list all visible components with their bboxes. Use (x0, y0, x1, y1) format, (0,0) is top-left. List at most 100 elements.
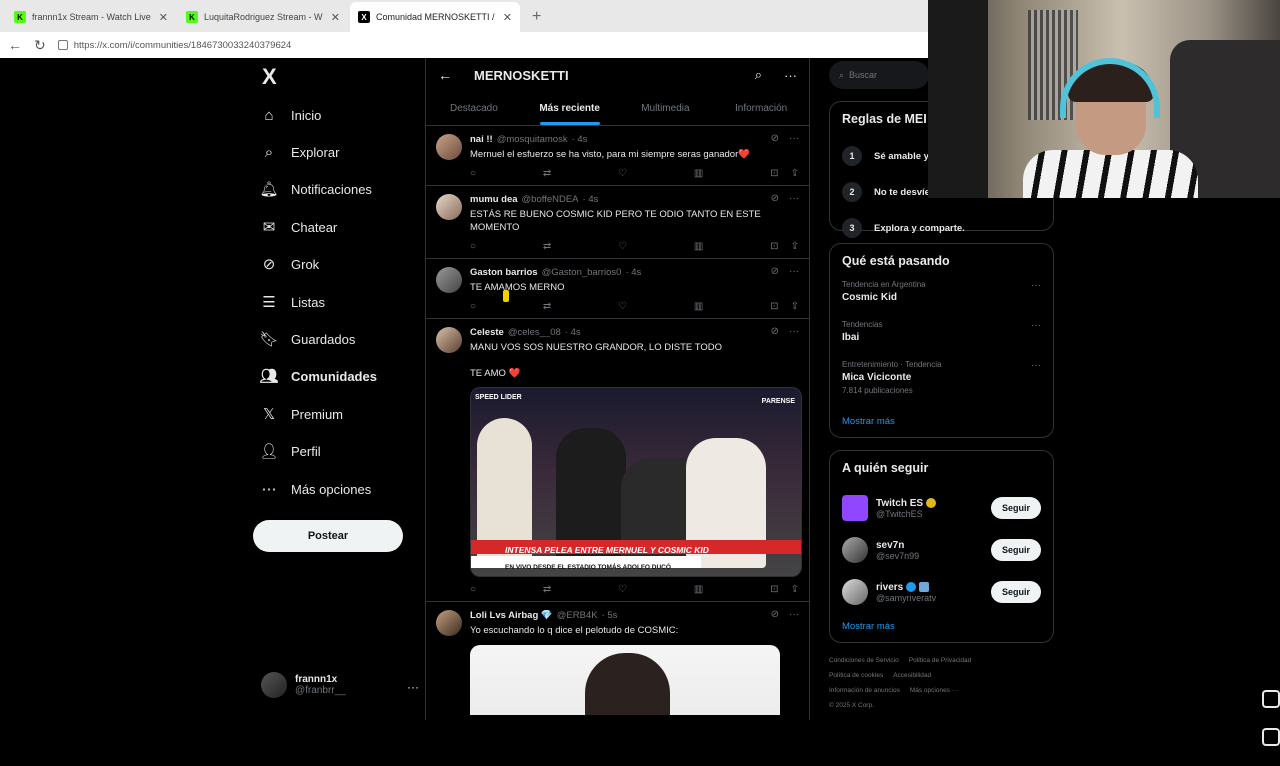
bookmark-icon[interactable]: ⊡ (770, 584, 778, 595)
more-icon[interactable]: ··· (789, 193, 799, 204)
retweet-icon[interactable]: ⇄ (543, 241, 551, 252)
screenshot-tool-icon[interactable] (1262, 728, 1280, 746)
avatar[interactable] (436, 327, 462, 353)
avatar[interactable] (436, 194, 462, 220)
post-button[interactable]: Postear (253, 520, 403, 552)
more-icon[interactable]: ··· (789, 609, 799, 620)
share-icon[interactable]: ⇪ (791, 168, 799, 179)
like-icon[interactable]: ♡ (618, 168, 627, 179)
grok-icon[interactable]: ⊘ (771, 609, 779, 620)
footer-link[interactable]: Política de Privacidad (909, 657, 972, 664)
tweet-author[interactable]: nai !! (470, 134, 493, 145)
tweet[interactable]: ⊘ ··· Gaston barrios @Gaston_barrios0 · 4s … (426, 259, 809, 319)
share-icon[interactable]: ⇪ (791, 241, 799, 252)
share-icon[interactable]: ⇪ (791, 301, 799, 312)
follow-button[interactable]: Seguir (991, 581, 1041, 603)
retweet-icon[interactable]: ⇄ (543, 168, 551, 179)
avatar[interactable] (436, 610, 462, 636)
tweet[interactable]: ⊘ ··· Celeste @celes__08 · 4s MANU VOS SOS … (426, 319, 809, 602)
sidebar-item-perfil[interactable]: 👤︎ Perfil (259, 439, 320, 463)
browser-tab-1[interactable]: K frannn1x Stream - Watch Live ✕ (6, 2, 176, 32)
footer-link[interactable]: Condiciones de Servicio (829, 657, 899, 664)
reply-icon[interactable]: ○ (470, 168, 476, 179)
search-icon[interactable]: ⌕ (755, 67, 762, 83)
sidebar-item-grok[interactable]: ⊘ Grok (260, 252, 319, 276)
follow-button[interactable]: Seguir (991, 539, 1041, 561)
follow-suggestion[interactable]: rivers @samyriveratv Seguir (842, 571, 1041, 613)
account-switcher[interactable]: frannn1x @franbrr__ ··· (261, 672, 419, 698)
avatar[interactable] (436, 267, 462, 293)
tab-mas-reciente[interactable]: Más reciente (522, 92, 618, 125)
reply-icon[interactable]: ○ (470, 584, 476, 595)
avatar[interactable] (842, 537, 868, 563)
tweet-image[interactable] (470, 645, 780, 715)
views-icon[interactable]: ▥ (694, 168, 703, 179)
footer-link[interactable]: Información de anuncios (829, 687, 900, 694)
back-arrow-icon[interactable]: ← (438, 67, 452, 83)
footer-link[interactable]: Accesibilidad (893, 672, 931, 679)
tweet[interactable]: ⊘ ··· mumu dea @boffeNDEA · 4s ESTÁS RE BUE… (426, 186, 809, 259)
share-icon[interactable]: ⇪ (791, 584, 799, 595)
views-icon[interactable]: ▥ (694, 584, 703, 595)
retweet-icon[interactable]: ⇄ (543, 584, 551, 595)
search-input[interactable]: ⌕ Buscar (829, 61, 929, 89)
follow-suggestion[interactable]: sev7n @sev7n99 Seguir (842, 529, 1041, 571)
tweet-handle[interactable]: @Gaston_barrios0 (542, 267, 622, 278)
tab-informacion[interactable]: Información (713, 92, 809, 125)
x-logo-icon[interactable]: X (262, 64, 277, 90)
follow-suggestion[interactable]: Twitch ES @TwitchES Seguir (842, 487, 1041, 529)
back-arrow-icon[interactable]: ← (8, 37, 22, 53)
sidebar-item-explorar[interactable]: ⌕ Explorar (260, 140, 340, 164)
sidebar-item-chatear[interactable]: ✉ Chatear (260, 215, 338, 239)
views-icon[interactable]: ▥ (694, 241, 703, 252)
show-more-link[interactable]: Mostrar más (842, 416, 1041, 427)
avatar[interactable] (436, 134, 462, 160)
footer-link[interactable]: Política de cookies (829, 672, 883, 679)
sidebar-item-comunidades[interactable]: 👥︎ Comunidades (259, 364, 376, 388)
tweet-handle[interactable]: @celes__08 (508, 327, 561, 338)
close-icon[interactable]: ✕ (159, 11, 168, 24)
url-field[interactable]: https://x.com/i/communities/184673003324… (57, 40, 920, 51)
like-icon[interactable]: ♡ (618, 584, 627, 595)
tweet[interactable]: ⊘ ··· Loli Lvs Airbag 💎 @ERB4K · 5s Yo escu… (426, 602, 809, 720)
close-icon[interactable]: ✕ (331, 11, 340, 24)
tweet-handle[interactable]: @boffeNDEA (522, 194, 579, 205)
reload-icon[interactable]: ↻ (34, 37, 46, 54)
show-more-link[interactable]: Mostrar más (842, 621, 1041, 632)
close-icon[interactable]: ✕ (503, 11, 512, 24)
more-icon[interactable]: ··· (789, 326, 799, 337)
views-icon[interactable]: ▥ (694, 301, 703, 312)
sidebar-item-premium[interactable]: 𝕏 Premium (260, 402, 343, 426)
like-icon[interactable]: ♡ (618, 301, 627, 312)
follow-button[interactable]: Seguir (991, 497, 1041, 519)
tweet-author[interactable]: Gaston barrios (470, 267, 538, 278)
tweet-handle[interactable]: @mosquitamosk (497, 134, 568, 145)
sidebar-item-listas[interactable]: ☰ Listas (260, 290, 325, 314)
tweet-author[interactable]: mumu dea (470, 194, 518, 205)
more-icon[interactable]: ··· (789, 266, 799, 277)
like-icon[interactable]: ♡ (618, 241, 627, 252)
retweet-icon[interactable]: ⇄ (543, 301, 551, 312)
grok-icon[interactable]: ⊘ (771, 193, 779, 204)
more-icon[interactable]: ··· (1031, 280, 1041, 291)
tweet-time[interactable]: · 4s (625, 267, 641, 278)
search-tool-icon[interactable] (1262, 690, 1280, 708)
more-icon[interactable]: ··· (789, 133, 799, 144)
tweet-time[interactable]: · 4s (572, 134, 588, 145)
grok-icon[interactable]: ⊘ (771, 326, 779, 337)
more-icon[interactable]: ··· (1031, 320, 1041, 331)
tweet-image[interactable]: SPEED LIDER PARENSE INTENSA PELEA ENTRE … (470, 387, 802, 577)
new-tab-icon[interactable]: + (522, 8, 551, 32)
reply-icon[interactable]: ○ (470, 241, 476, 252)
twitch-icon[interactable] (842, 495, 868, 521)
bookmark-icon[interactable]: ⊡ (770, 301, 778, 312)
site-info-icon[interactable] (57, 40, 68, 50)
tweet-time[interactable]: · 4s (583, 194, 599, 205)
tab-multimedia[interactable]: Multimedia (618, 92, 714, 125)
more-icon[interactable]: ··· (407, 680, 419, 694)
tab-destacado[interactable]: Destacado (426, 92, 522, 125)
more-icon[interactable]: ··· (1031, 360, 1041, 371)
bookmark-icon[interactable]: ⊡ (770, 241, 778, 252)
sidebar-item-inicio[interactable]: ⌂ Inicio (260, 103, 321, 127)
browser-tab-2[interactable]: K LuquitaRodriguez Stream - W ✕ (178, 2, 348, 32)
